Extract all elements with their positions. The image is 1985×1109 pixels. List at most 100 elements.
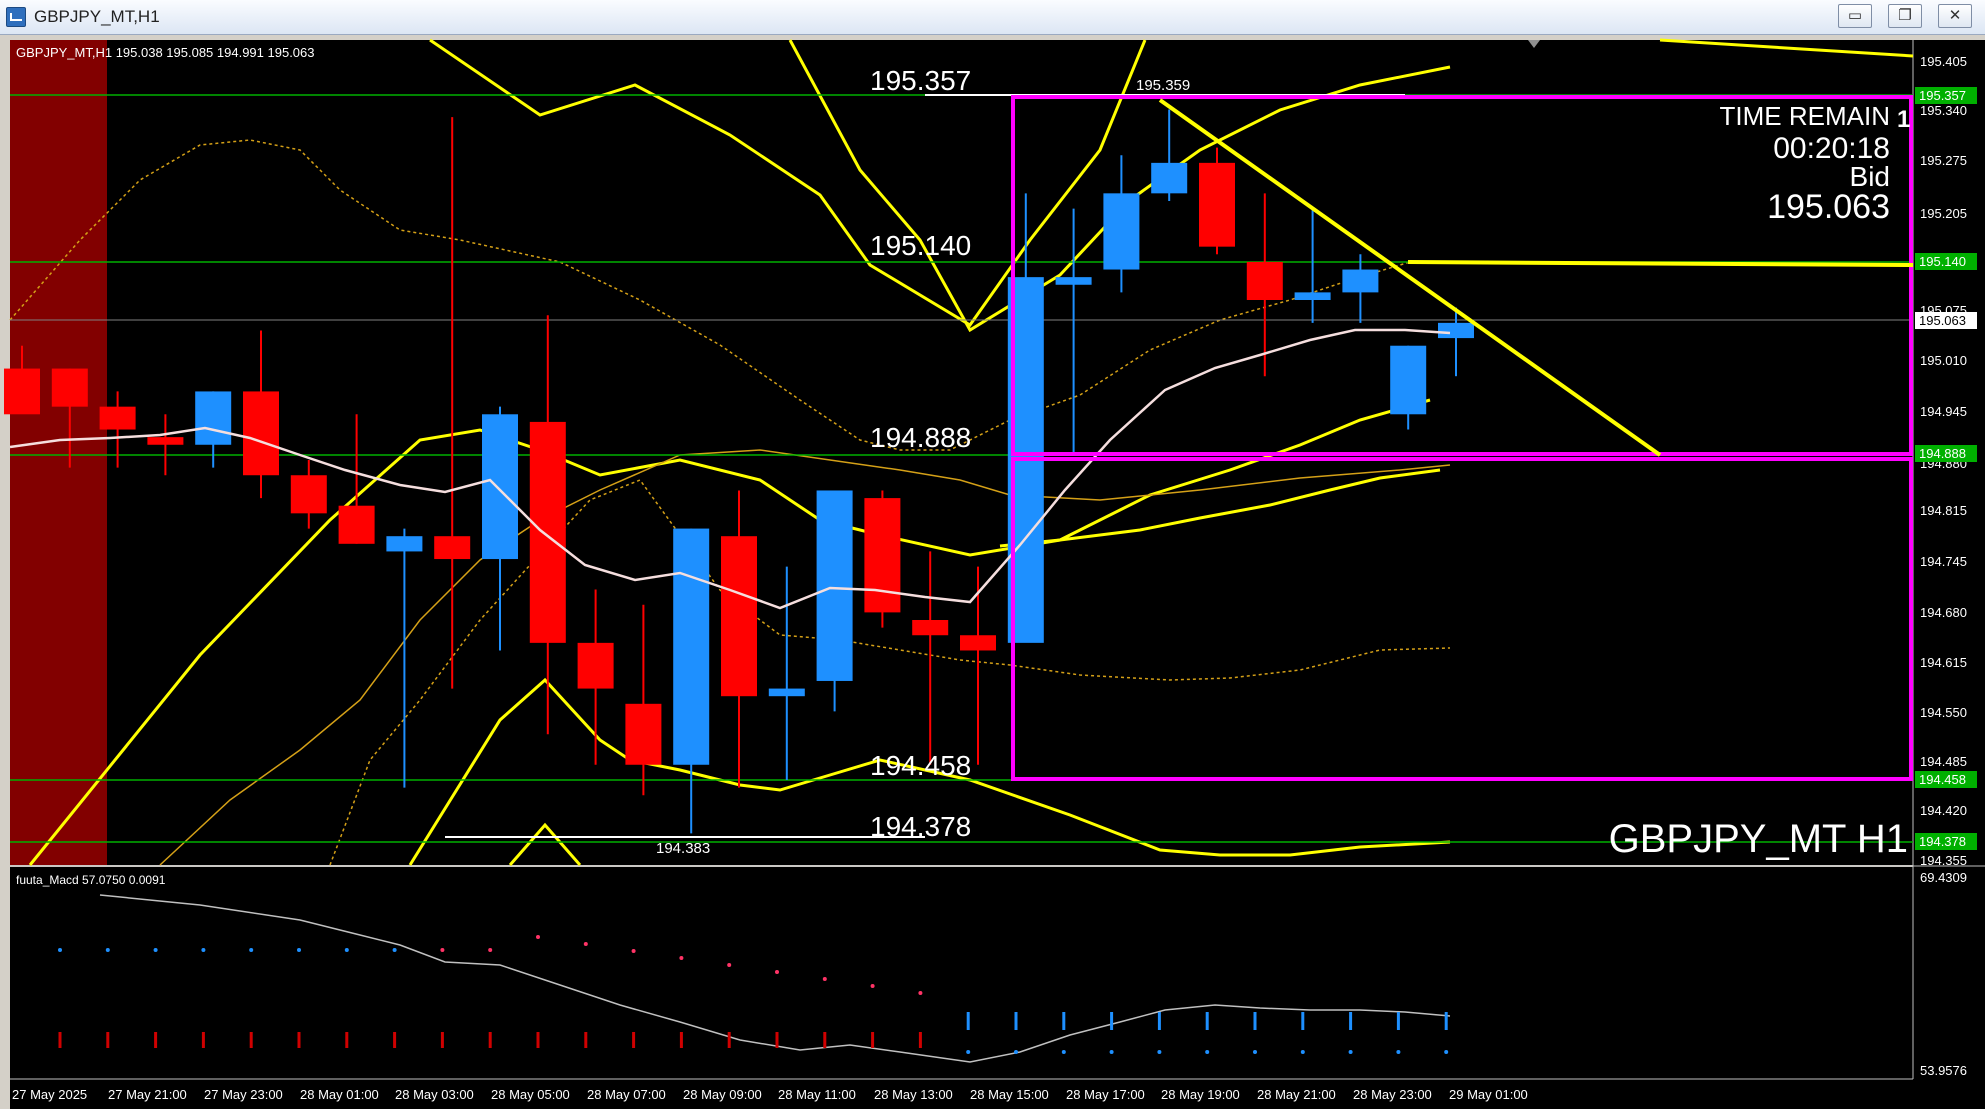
macd-dot: [775, 970, 779, 974]
macd-dot: [1157, 1050, 1162, 1054]
session-zone: [10, 40, 107, 865]
bear-candle[interactable]: [147, 437, 184, 445]
price-axis-label: 195.205: [1920, 206, 1967, 221]
macd-dot: [631, 949, 636, 953]
bear-candle[interactable]: [1246, 261, 1283, 300]
macd-dot: [536, 935, 540, 939]
bull-candle[interactable]: [1103, 193, 1140, 270]
indicator-header: fuuta_Macd 57.0750 0.0091: [16, 873, 166, 887]
bear-candle[interactable]: [577, 642, 614, 689]
macd-dot: [870, 984, 875, 988]
macd-dot: [58, 948, 62, 952]
time-axis-label: 27 May 2025: [12, 1087, 87, 1102]
macd-dot: [727, 963, 732, 967]
macd-dot: [105, 948, 110, 952]
macd-dot: [344, 948, 349, 952]
bear-candle[interactable]: [99, 406, 136, 430]
bull-candle[interactable]: [195, 391, 232, 445]
bull-candle[interactable]: [386, 536, 423, 552]
macd-dot: [297, 948, 301, 952]
bull-candle[interactable]: [816, 490, 853, 681]
price-axis-label: 194.680: [1920, 605, 1967, 620]
time-axis-label: 27 May 21:00: [108, 1087, 187, 1102]
bear-candle[interactable]: [338, 505, 375, 544]
price-axis-label: 194.945: [1920, 404, 1967, 419]
bear-candle[interactable]: [864, 498, 901, 613]
high-price-mark: 195.359: [1136, 77, 1190, 94]
macd-dot: [1014, 1050, 1018, 1054]
time-axis-label: 27 May 23:00: [204, 1087, 283, 1102]
macd-dot: [679, 956, 684, 960]
bear-candle[interactable]: [434, 536, 471, 560]
bear-candle[interactable]: [625, 703, 662, 765]
macd-dot: [249, 948, 254, 952]
price-tag-195140: 195.140: [1919, 254, 1966, 269]
time-axis-label: 28 May 09:00: [683, 1087, 762, 1102]
time-axis-label: 28 May 11:00: [778, 1087, 856, 1102]
time-axis-label: 28 May 17:00: [1066, 1087, 1145, 1102]
macd-dot: [1348, 1050, 1353, 1054]
bear-candle[interactable]: [243, 391, 279, 476]
time-axis-label: 29 May 01:00: [1449, 1087, 1528, 1102]
macd-dot: [1300, 1050, 1305, 1054]
bear-candle[interactable]: [1199, 162, 1235, 247]
bear-candle[interactable]: [960, 635, 996, 651]
bear-candle[interactable]: [290, 475, 327, 514]
bull-candle[interactable]: [1151, 162, 1188, 194]
indicator-axis-bottom: 53.9576: [1920, 1063, 1967, 1078]
bull-candle[interactable]: [673, 528, 710, 765]
bear-candle[interactable]: [912, 620, 949, 636]
bull-candle[interactable]: [1294, 292, 1331, 300]
price-axis-label: 195.340: [1920, 103, 1967, 118]
time-axis-label: 28 May 07:00: [587, 1087, 666, 1102]
bear-candle[interactable]: [529, 421, 566, 643]
macd-dot: [1109, 1050, 1114, 1054]
price-axis-label: 194.615: [1920, 655, 1967, 670]
chart-header: GBPJPY_MT,H1 195.038 195.085 194.991 195…: [16, 45, 315, 60]
level-label-194888: 194.888: [870, 422, 971, 453]
price-tag-195357: 195.357: [1919, 88, 1966, 103]
chart-canvas[interactable]: 195.357 195.140 194.888 194.458 194.378 …: [0, 0, 1985, 1109]
time-axis-label: 28 May 21:00: [1257, 1087, 1336, 1102]
corner-marker: 1: [1897, 106, 1910, 133]
price-tag-194888: 194.888: [1919, 446, 1966, 461]
macd-dot: [1061, 1050, 1066, 1054]
price-axis-label: 195.405: [1920, 54, 1967, 69]
bear-candle[interactable]: [51, 368, 88, 407]
level-label-195140: 195.140: [870, 230, 971, 261]
price-axis-label: 194.485: [1920, 754, 1967, 769]
bull-candle[interactable]: [1055, 277, 1092, 285]
price-axis-label: 195.010: [1920, 353, 1967, 368]
bid-value: 195.063: [1767, 188, 1890, 226]
time-axis-label: 28 May 23:00: [1353, 1087, 1432, 1102]
time-axis-label: 28 May 15:00: [970, 1087, 1049, 1102]
bull-candle[interactable]: [1390, 345, 1427, 415]
bull-candle[interactable]: [1438, 322, 1474, 339]
indicator-panel[interactable]: [10, 867, 1913, 1079]
macd-dot: [918, 991, 923, 995]
bear-candle[interactable]: [4, 368, 40, 415]
symbol-watermark: GBPJPY_MT H1: [1609, 817, 1908, 861]
bull-candle[interactable]: [1342, 269, 1379, 293]
level-label-195357: 195.357: [870, 65, 971, 96]
bear-candle[interactable]: [721, 536, 757, 697]
bull-candle[interactable]: [768, 688, 805, 697]
macd-dot: [583, 942, 588, 946]
time-remain-label: TIME REMAIN: [1720, 101, 1890, 131]
time-axis-label: 28 May 01:00: [300, 1087, 379, 1102]
macd-dot: [1444, 1050, 1449, 1054]
price-axis-label: 194.815: [1920, 503, 1967, 518]
macd-dot: [153, 948, 158, 952]
price-axis-label: 194.745: [1920, 554, 1967, 569]
bull-candle[interactable]: [482, 414, 518, 560]
low-price-mark: 194.383: [656, 840, 710, 857]
macd-dot: [440, 948, 445, 952]
time-axis-label: 28 May 05:00: [491, 1087, 570, 1102]
price-axis-label: 195.275: [1920, 153, 1967, 168]
macd-dot: [1253, 1050, 1257, 1054]
price-tag-194378: 194.378: [1919, 834, 1966, 849]
macd-dot: [488, 948, 493, 952]
price-tag-194458: 194.458: [1919, 772, 1966, 787]
macd-dot: [1205, 1050, 1210, 1054]
price-tag-195063: 195.063: [1919, 313, 1966, 328]
